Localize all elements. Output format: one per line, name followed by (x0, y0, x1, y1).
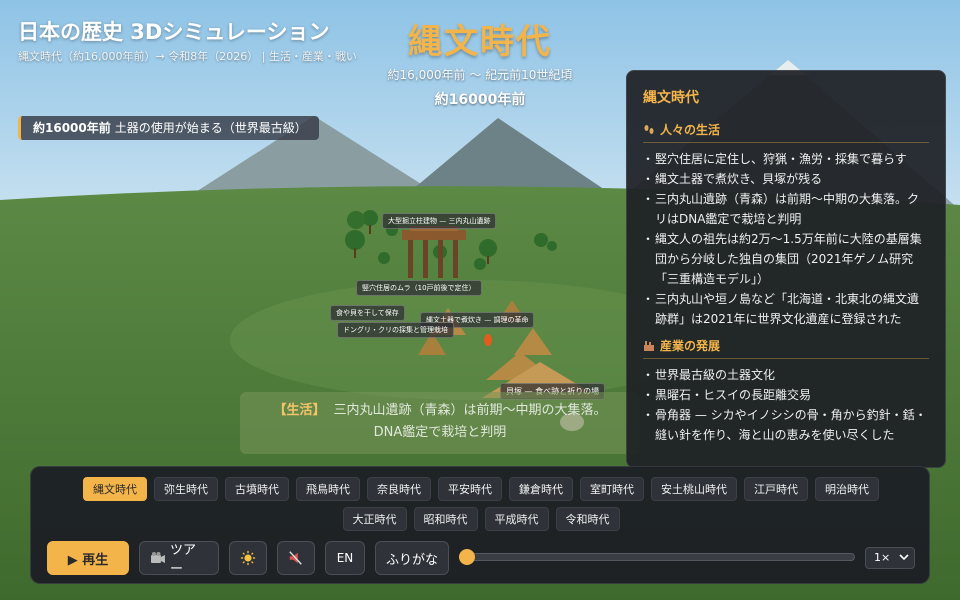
section-title-life: 人々の生活 (643, 121, 929, 143)
era-selector: 縄文時代 弥生時代 古墳時代 飛鳥時代 奈良時代 平安時代 鎌倉時代 室町時代 安土桃山時代 江戸… (31, 477, 931, 531)
camera-icon (150, 552, 165, 563)
timeline-handle[interactable] (459, 549, 475, 565)
scene-label[interactable]: ドングリ・クリの採集と管理栽培 (337, 322, 454, 338)
caption-line: DNA鑑定で栽培と判明 (373, 425, 507, 440)
era-button[interactable]: 明治時代 (815, 477, 879, 501)
era-name: 縄文時代 (408, 22, 552, 62)
event-banner: 約16000年前 土器の使用が始まる（世界最古級） (18, 116, 319, 140)
era-button[interactable]: 奈良時代 (367, 477, 431, 501)
panel-title: 縄文時代 (643, 90, 699, 106)
lighting-toggle[interactable] (229, 541, 267, 575)
scene-label[interactable]: 大型掘立柱建物 — 三内丸山遺跡 (382, 213, 497, 229)
list-item: 黒曜石・ヒスイの長距離交易 (642, 385, 929, 405)
list-item: 世界最古級の土器文化 (642, 365, 929, 385)
era-info-panel[interactable]: 縄文時代 人々の生活 竪穴住居に定住し、狩猟・漁労・採集で暮らす 縄文土器で煮炊… (626, 70, 946, 468)
era-button[interactable]: 平安時代 (438, 477, 502, 501)
life-list: 竪穴住居に定住し、狩猟・漁労・採集で暮らす 縄文土器で煮炊き、貝塚が残る 三内丸… (642, 149, 929, 329)
control-bar: 縄文時代 弥生時代 古墳時代 飛鳥時代 奈良時代 平安時代 鎌倉時代 室町時代 安土桃山時代 江戸… (30, 466, 930, 584)
scene-label[interactable]: 食や貝を干して保存 (330, 305, 405, 321)
era-button[interactable]: 安土桃山時代 (651, 477, 737, 501)
mute-icon (289, 551, 302, 565)
chevron-down-icon (899, 554, 909, 561)
list-item: 縄文土器で煮炊き、貝塚が残る (642, 169, 929, 189)
list-item: 骨角器 — シカやイノシシの骨・角から釣針・銛・縫い針を作り、海と山の恵みを使い… (642, 405, 929, 445)
list-item: 三内丸山遺跡（青森）は前期〜中期の大集落。クリはDNA鑑定で栽培と判明 (642, 189, 929, 229)
section-title-industry: 産業の発展 (643, 337, 929, 359)
era-button[interactable]: 鎌倉時代 (509, 477, 573, 501)
industry-list: 世界最古級の土器文化 黒曜石・ヒスイの長距離交易 骨角器 — シカやイノシシの骨… (642, 365, 929, 445)
language-button[interactable]: EN (325, 541, 365, 575)
list-item: 竪穴住居に定住し、狩猟・漁労・採集で暮らす (642, 149, 929, 169)
footprints-icon (644, 125, 654, 134)
era-button[interactable]: 大正時代 (342, 507, 407, 531)
era-button[interactable]: 平成時代 (484, 507, 549, 531)
play-button[interactable]: ▶ 再生 (47, 541, 129, 575)
sound-toggle[interactable] (277, 541, 315, 575)
tour-button[interactable]: ツアー (139, 541, 219, 577)
era-button[interactable]: 古墳時代 (225, 477, 289, 501)
era-button[interactable]: 弥生時代 (154, 477, 218, 501)
caption-tag: 【生活】 (273, 403, 326, 418)
toolbar: ▶ 再生 ツアー EN ふりがな (47, 541, 449, 577)
era-button[interactable]: 昭和時代 (413, 507, 478, 531)
scene-label[interactable]: 竪穴住居のムラ（10戸前後で定住） (356, 280, 482, 296)
caption-line: 三内丸山遺跡（青森）は前期〜中期の大集落。 (333, 403, 607, 418)
furigana-toggle[interactable]: ふりがな (375, 541, 449, 575)
list-item: 縄文人の祖先は約2万〜1.5万年前に大陸の基層集団から分岐した独自の集団（202… (642, 229, 929, 289)
era-button[interactable]: 江戸時代 (744, 477, 808, 501)
sun-icon (240, 550, 256, 566)
event-year: 約16000年前 (33, 121, 111, 135)
timeline-slider[interactable] (459, 549, 855, 565)
era-button[interactable]: 飛鳥時代 (296, 477, 360, 501)
factory-icon (644, 341, 654, 351)
event-text: 土器の使用が始まる（世界最古級） (114, 121, 307, 135)
life-caption: 【生活】 三内丸山遺跡（青森）は前期〜中期の大集落。 DNA鑑定で栽培と判明 (240, 392, 640, 454)
list-item: 三内丸山や垣ノ島など「北海道・北東北の縄文遺跡群」は2021年に世界文化遺産に登… (642, 289, 929, 329)
era-button[interactable]: 室町時代 (580, 477, 644, 501)
speed-select[interactable]: 1× (865, 547, 915, 569)
era-button[interactable]: 令和時代 (555, 507, 620, 531)
era-button[interactable]: 縄文時代 (83, 477, 147, 501)
